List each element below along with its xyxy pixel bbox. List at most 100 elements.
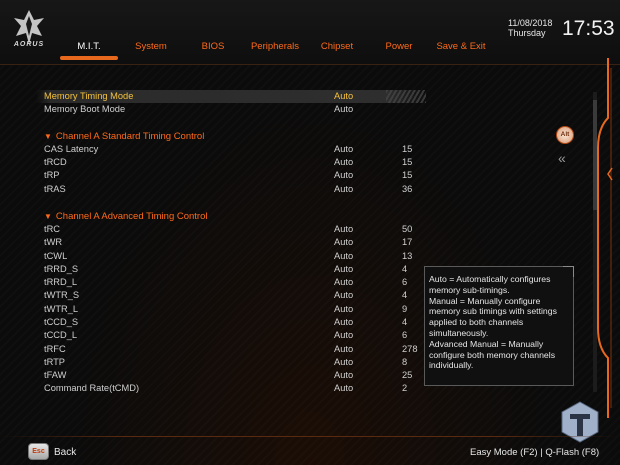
setting-current: 15: [402, 144, 413, 154]
day-text: Thursday: [508, 28, 546, 38]
setting-label: Memory Boot Mode: [44, 104, 126, 114]
setting-value[interactable]: Auto: [334, 223, 353, 236]
setting-label: tCWL: [44, 251, 68, 261]
tab-power[interactable]: Power: [368, 39, 430, 61]
section-title: Channel A Advanced Timing Control: [55, 211, 208, 222]
setting-value[interactable]: Auto: [334, 263, 353, 276]
tab-chipset[interactable]: Chipset: [306, 39, 368, 61]
setting-current: 4: [402, 264, 408, 274]
clock-time: 17:53: [562, 17, 615, 40]
setting-label: tRAS: [44, 184, 66, 194]
footer-divider: [0, 436, 620, 437]
setting-value[interactable]: Auto: [334, 143, 353, 156]
tab-peripherals[interactable]: Peripherals: [244, 39, 306, 61]
main-tabs: M.I.T. System BIOS Peripherals Chipset P…: [58, 39, 492, 63]
setting-value[interactable]: Auto: [334, 169, 353, 182]
setting-value[interactable]: Auto: [334, 250, 353, 263]
setting-row[interactable]: CAS Latency Auto 15: [36, 143, 426, 156]
setting-label: tRFC: [44, 344, 66, 354]
setting-row[interactable]: tRRD_S Auto 4: [36, 263, 426, 276]
setting-value[interactable]: Auto: [334, 343, 353, 356]
setting-label: tWTR_L: [44, 304, 79, 314]
setting-row[interactable]: tFAW Auto 25: [36, 369, 426, 382]
setting-row[interactable]: tRAS Auto 36: [36, 183, 426, 196]
setting-current: 25: [402, 370, 413, 380]
setting-label: Memory Timing Mode: [44, 91, 134, 101]
header-divider: [0, 64, 620, 65]
setting-current: 6: [402, 330, 408, 340]
setting-row[interactable]: tRCD Auto 15: [36, 156, 426, 169]
setting-label: tFAW: [44, 370, 67, 380]
tab-mit[interactable]: M.I.T.: [58, 39, 120, 61]
footer-mode-links[interactable]: Easy Mode (F2) | Q-Flash (F8): [470, 447, 599, 458]
setting-row[interactable]: tCCD_L Auto 6: [36, 329, 426, 342]
help-text-advanced-manual: Advanced Manual = Manually configure bot…: [429, 338, 556, 371]
setting-value[interactable]: Auto: [334, 90, 353, 103]
setting-row[interactable]: tWTR_S Auto 4: [36, 289, 426, 302]
setting-value[interactable]: Auto: [334, 303, 353, 316]
setting-row[interactable]: tCCD_S Auto 4: [36, 316, 426, 329]
setting-value[interactable]: Auto: [334, 316, 353, 329]
setting-row-memory-timing-mode[interactable]: Memory Timing Mode Auto: [36, 90, 426, 103]
setting-label: tRRD_S: [44, 264, 79, 274]
setting-current: 36: [402, 184, 413, 194]
setting-row[interactable]: tRC Auto 50: [36, 223, 426, 236]
setting-current: 4: [402, 290, 408, 300]
section-standard-timing[interactable]: ▼ Channel A Standard Timing Control: [44, 130, 204, 143]
setting-row[interactable]: Command Rate(tCMD) Auto 2: [36, 382, 426, 395]
setting-current: 13: [402, 251, 413, 261]
setting-current: 15: [402, 157, 413, 167]
setting-label: tRCD: [44, 157, 67, 167]
header-bar: AORUS M.I.T. System BIOS Peripherals Chi…: [0, 0, 620, 64]
triangle-down-icon: ▼: [44, 212, 52, 221]
setting-value[interactable]: Auto: [334, 356, 353, 369]
setting-label: tRC: [44, 224, 61, 234]
setting-current: 9: [402, 304, 408, 314]
setting-current: 4: [402, 317, 408, 327]
setting-row[interactable]: tRTP Auto 8: [36, 356, 426, 369]
help-text-manual: Manual = Manually configure memory sub t…: [429, 295, 557, 338]
setting-value[interactable]: Auto: [334, 276, 353, 289]
setting-label: Command Rate(tCMD): [44, 383, 140, 393]
esc-key-button[interactable]: Esc: [28, 443, 49, 460]
setting-current: 50: [402, 224, 413, 234]
tab-save-exit[interactable]: Save & Exit: [430, 39, 492, 61]
back-button-label[interactable]: Back: [54, 447, 76, 458]
setting-label: tCCD_L: [44, 330, 78, 340]
scrollbar-thumb[interactable]: [593, 100, 597, 210]
setting-value[interactable]: Auto: [334, 289, 353, 302]
setting-label: CAS Latency: [44, 144, 99, 154]
setting-current: 17: [402, 237, 413, 247]
setting-value[interactable]: Auto: [334, 183, 353, 196]
setting-row[interactable]: tRFC Auto 278: [36, 343, 426, 356]
setting-row[interactable]: tCWL Auto 13: [36, 250, 426, 263]
brand-logo-text: AORUS: [13, 41, 45, 48]
tab-system[interactable]: System: [120, 39, 182, 61]
setting-row-memory-boot-mode[interactable]: Memory Boot Mode Auto: [36, 103, 426, 116]
setting-row[interactable]: tWR Auto 17: [36, 236, 426, 249]
setting-current: 15: [402, 170, 413, 180]
setting-value[interactable]: Auto: [334, 103, 353, 116]
triangle-down-icon: ▼: [44, 132, 52, 141]
setting-label: tRTP: [44, 357, 66, 367]
setting-current: 278: [402, 344, 418, 354]
setting-label: tWR: [44, 237, 63, 247]
date-text: 11/08/2018: [508, 18, 553, 28]
setting-row[interactable]: tWTR_L Auto 9: [36, 303, 426, 316]
setting-value[interactable]: Auto: [334, 382, 353, 395]
tweaktown-logo-icon: [561, 401, 599, 443]
tab-bios[interactable]: BIOS: [182, 39, 244, 61]
section-advanced-timing[interactable]: ▼ Channel A Advanced Timing Control: [44, 210, 208, 223]
setting-value[interactable]: Auto: [334, 329, 353, 342]
alt-button[interactable]: Alt: [556, 126, 574, 144]
setting-value[interactable]: Auto: [334, 156, 353, 169]
setting-current: 6: [402, 277, 408, 287]
collapse-chevron-icon[interactable]: «: [558, 150, 566, 166]
setting-row[interactable]: tRP Auto 15: [36, 169, 426, 182]
setting-value[interactable]: Auto: [334, 236, 353, 249]
setting-value[interactable]: Auto: [334, 369, 353, 382]
help-text-auto: Auto = Automatically configures memory s…: [429, 274, 551, 295]
setting-label: tWTR_S: [44, 290, 80, 300]
setting-label: tRRD_L: [44, 277, 78, 287]
setting-row[interactable]: tRRD_L Auto 6: [36, 276, 426, 289]
